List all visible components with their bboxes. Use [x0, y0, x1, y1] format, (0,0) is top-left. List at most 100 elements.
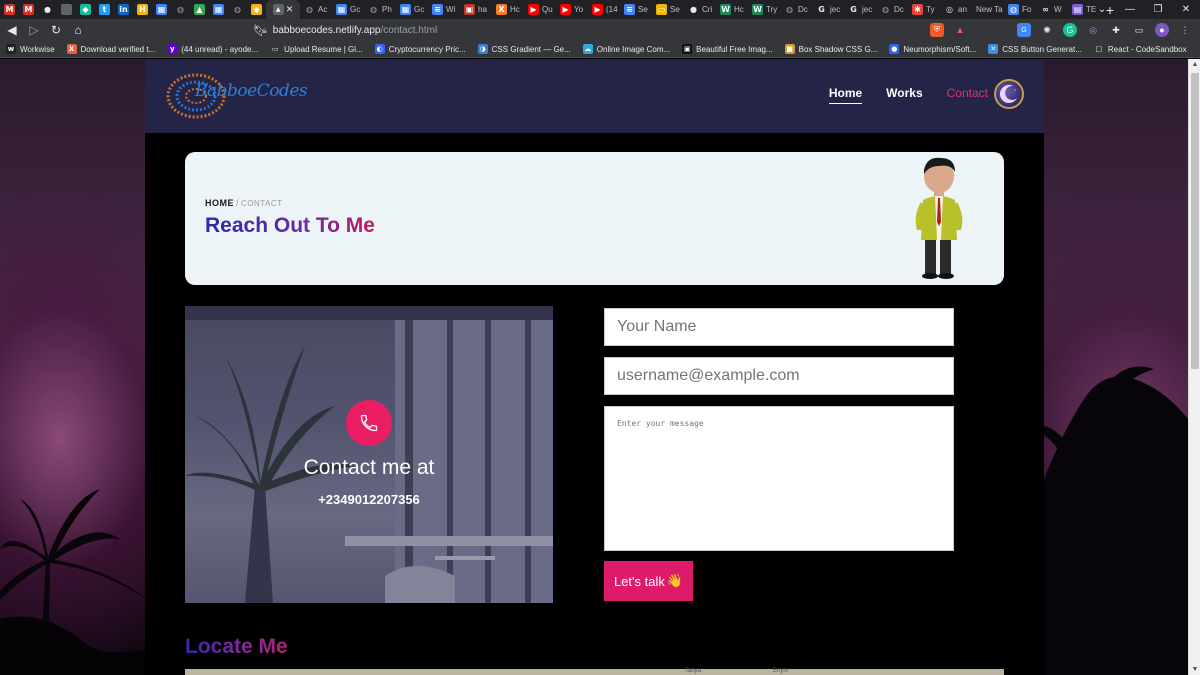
browser-tab[interactable]: W Hc: [716, 0, 748, 19]
browser-tab[interactable]: ✱ Ty: [908, 0, 940, 19]
browser-tab[interactable]: ◍ Ph: [364, 0, 396, 19]
browser-tab[interactable]: ▦ Gc: [396, 0, 428, 19]
map-embed[interactable]: Tahya Enym: [185, 668, 1004, 675]
sidebar-icon[interactable]: ▭: [1132, 23, 1146, 37]
globe-icon: ◍: [234, 4, 241, 14]
browser-tab[interactable]: ▭ Se: [652, 0, 684, 19]
extension-circle-icon[interactable]: ◎: [1086, 23, 1100, 37]
browser-tab[interactable]: ◍ Dc: [876, 0, 908, 19]
bookmark-item[interactable]: □ React - CodeSandbox: [1094, 44, 1187, 54]
browser-tab[interactable]: ▶ Qu: [524, 0, 556, 19]
browser-tab[interactable]: ◆: [247, 0, 266, 19]
translate-icon[interactable]: G: [1017, 23, 1031, 37]
bookmark-item[interactable]: y (44 unread) - ayode...: [167, 44, 258, 54]
lets-talk-button[interactable]: Let's talk 👋: [604, 561, 693, 601]
phone-button[interactable]: [346, 400, 392, 446]
bookmark-item[interactable]: ☁ Online Image Com...: [582, 44, 670, 54]
browser-tab[interactable]: ▦: [209, 0, 228, 19]
nav-contact[interactable]: Contact: [947, 86, 988, 103]
browser-tab[interactable]: ◆: [76, 0, 95, 19]
bookmark-item[interactable]: ✕ CSS Button Generat...: [988, 44, 1082, 54]
browser-tab[interactable]: [57, 0, 76, 19]
bookmark-item[interactable]: ◐ Cryptocurrency Pric...: [374, 44, 466, 54]
bookmark-item[interactable]: ▣ Beautiful Free Imag...: [682, 44, 773, 54]
bookmark-item[interactable]: ▭ Upload Resume | Gl...: [270, 44, 363, 54]
profile-avatar-icon[interactable]: ●: [1155, 23, 1169, 37]
globe-icon: ◍: [370, 4, 377, 14]
grammarly-icon[interactable]: G: [1063, 23, 1077, 37]
browser-tab[interactable]: H: [133, 0, 152, 19]
browser-tab[interactable]: ▶ (14: [588, 0, 620, 19]
page-scrollbar[interactable]: ▲ ▼: [1188, 59, 1200, 675]
browser-tab[interactable]: ◍ Dc: [780, 0, 812, 19]
theme-moon-avatar[interactable]: [994, 79, 1024, 109]
message-textarea[interactable]: [604, 406, 954, 551]
browser-tab[interactable]: Gjec: [844, 0, 876, 19]
browser-tab[interactable]: ≡ Wi: [428, 0, 460, 19]
workwise-icon: w: [6, 44, 16, 54]
browser-tab[interactable]: New Ta: [972, 0, 1004, 19]
lock-icon[interactable]: 🔒︎: [262, 25, 267, 36]
name-input[interactable]: [604, 308, 954, 346]
forward-button[interactable]: ▷: [24, 20, 44, 40]
browser-tab[interactable]: t: [95, 0, 114, 19]
restore-button[interactable]: ❐: [1144, 4, 1172, 15]
tab-label: Yo: [574, 5, 584, 14]
brave-rewards-icon[interactable]: ▲: [953, 23, 967, 37]
browser-tab[interactable]: ▶ Yo: [556, 0, 588, 19]
browser-tab[interactable]: ◍ Ac: [300, 0, 332, 19]
browser-tab[interactable]: ●: [38, 0, 57, 19]
breadcrumb-home[interactable]: HOME: [205, 198, 234, 208]
browser-tab[interactable]: X Hc: [492, 0, 524, 19]
bookmark-item[interactable]: X Download verified t...: [66, 44, 155, 54]
browser-tab[interactable]: ◍: [228, 0, 247, 19]
browser-tab[interactable]: M: [19, 0, 38, 19]
browser-tab[interactable]: ◍: [171, 0, 190, 19]
site-logo[interactable]: BabboeCodes: [165, 71, 308, 121]
home-button[interactable]: ⌂: [68, 20, 88, 40]
scroll-up-arrow-icon[interactable]: ▲: [1189, 61, 1200, 68]
nav-home[interactable]: Home: [828, 86, 863, 104]
contact-phone-number[interactable]: +2349012207356: [185, 492, 553, 507]
address-bar[interactable]: 🔒︎ babboecodes.netlify.app /contact.html: [262, 21, 892, 39]
bookmark-label: Neumorphism/Soft...: [903, 44, 977, 54]
extensions-puzzle-icon[interactable]: ✚: [1109, 23, 1123, 37]
scroll-down-arrow-icon[interactable]: ▼: [1189, 666, 1200, 673]
browser-tab[interactable]: ● Cri: [684, 0, 716, 19]
email-input[interactable]: [604, 357, 954, 395]
tab-label: Hc: [510, 5, 520, 14]
browser-tab[interactable]: ◎ an: [940, 0, 972, 19]
xampp-icon: X: [496, 4, 507, 15]
browser-tab[interactable]: ▦: [152, 0, 171, 19]
google-icon: G: [818, 4, 825, 14]
close-tab-icon[interactable]: ✕: [286, 4, 294, 15]
browser-tab[interactable]: ∞ W: [1036, 0, 1068, 19]
hashnode-icon: H: [137, 4, 148, 15]
reload-button[interactable]: ↻: [46, 20, 66, 40]
browser-tab[interactable]: Gjec: [812, 0, 844, 19]
browser-tab[interactable]: W Try: [748, 0, 780, 19]
minimize-button[interactable]: —: [1116, 4, 1144, 15]
bookmark-item[interactable]: ◑ CSS Gradient — Ge...: [477, 44, 571, 54]
nav-works[interactable]: Works: [886, 86, 922, 103]
submit-label: Let's talk: [613, 573, 665, 589]
menu-icon[interactable]: ⋮: [1178, 23, 1192, 37]
bookmark-item[interactable]: ■ Box Shadow CSS G...: [784, 44, 877, 54]
tab-search-icon[interactable]: ⌄: [1088, 4, 1116, 15]
browser-tab[interactable]: ≡ Se: [620, 0, 652, 19]
browser-tab[interactable]: ◍ Fo: [1004, 0, 1036, 19]
bookmark-item[interactable]: ● Neumorphism/Soft...: [889, 44, 976, 54]
browser-tab[interactable]: in: [114, 0, 133, 19]
browser-tab[interactable]: M: [0, 0, 19, 19]
extension-gear-icon[interactable]: ✺: [1040, 23, 1054, 37]
browser-tab[interactable]: ▣ ha: [460, 0, 492, 19]
brave-shield-icon[interactable]: ⛨: [930, 23, 944, 37]
tab-active[interactable]: ▲ ✕: [266, 0, 300, 19]
bookmark-item[interactable]: w Workwise: [6, 44, 55, 54]
browser-tab[interactable]: ▲: [190, 0, 209, 19]
back-button[interactable]: ◀: [2, 20, 22, 40]
scrollbar-thumb[interactable]: [1191, 73, 1199, 369]
locate-me-heading: Locate Me: [185, 635, 288, 658]
close-window-button[interactable]: ✕: [1172, 4, 1200, 15]
browser-tab[interactable]: ▦ Gc: [332, 0, 364, 19]
